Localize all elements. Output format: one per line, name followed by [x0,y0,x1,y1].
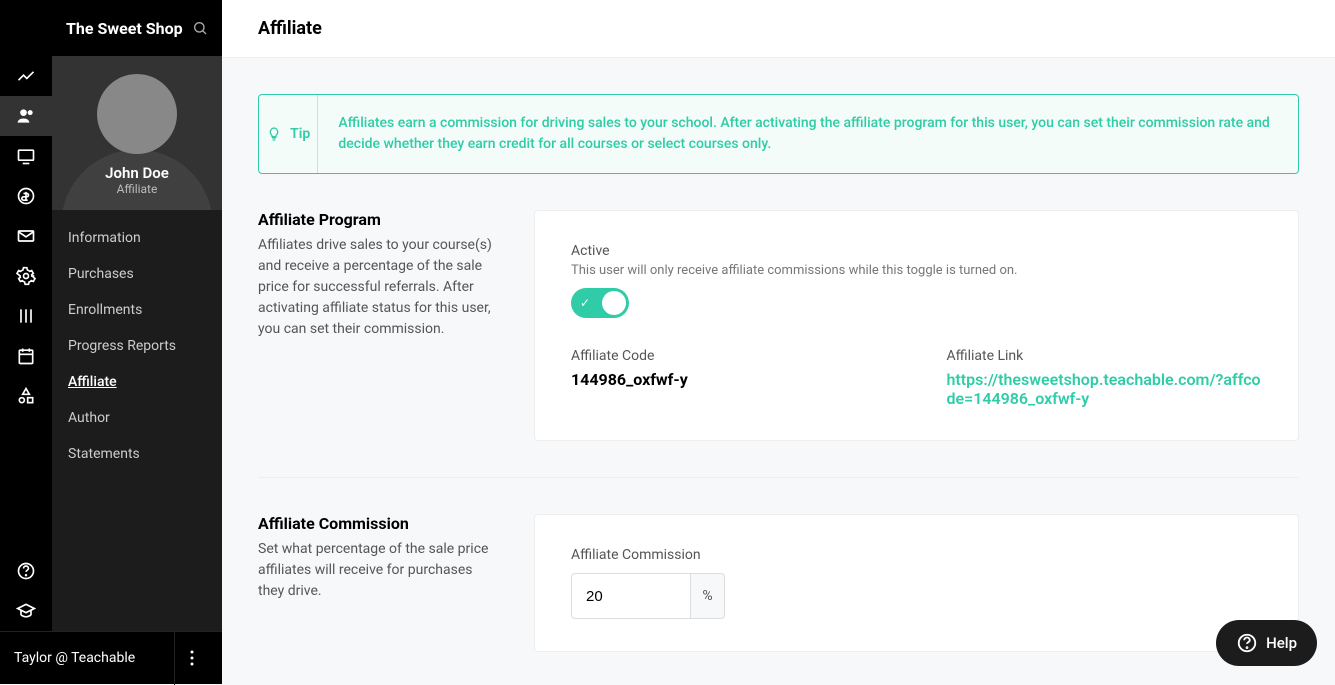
sidebar-item-enrollments[interactable]: Enrollments [52,292,222,328]
user-card: John Doe Affiliate [52,56,222,210]
commission-section: Affiliate Commission Set what percentage… [258,514,1299,652]
tip-text: Affiliates earn a commission for driving… [318,95,1298,173]
user-role: Affiliate [52,182,222,196]
help-question-icon [1236,632,1258,654]
page-title: Affiliate [258,18,1299,39]
commission-label: Affiliate Commission [571,547,1262,563]
emails-icon[interactable] [0,216,52,256]
sidebar-item-information[interactable]: Information [52,220,222,256]
commission-input[interactable] [571,573,691,619]
calendar-icon[interactable] [0,336,52,376]
library-icon[interactable] [0,296,52,336]
footer-user: Taylor @ Teachable [14,650,135,666]
sales-icon[interactable] [0,176,52,216]
divider [258,477,1299,478]
link-label: Affiliate Link [947,348,1263,364]
sidebar-item-affiliate[interactable]: Affiliate [52,364,222,400]
help-icon[interactable] [0,551,52,591]
search-icon[interactable] [192,20,208,36]
active-label: Active [571,243,1262,259]
percent-suffix: % [691,573,725,619]
commission-card: Affiliate Commission % [534,514,1299,652]
dashboard-icon[interactable] [0,56,52,96]
affiliate-program-section: Affiliate Program Affiliates drive sales… [258,210,1299,441]
tip-box: Tip Affiliates earn a commission for dri… [258,94,1299,174]
section1-desc: Affiliates drive sales to your course(s)… [258,235,498,340]
sidebar-item-purchases[interactable]: Purchases [52,256,222,292]
help-button[interactable]: Help [1216,620,1317,666]
footer-bar: Taylor @ Teachable [0,631,222,684]
tip-label-area: Tip [259,95,318,173]
brand-name: The Sweet Shop [66,19,183,38]
side-nav: Information Purchases Enrollments Progre… [52,210,222,472]
tip-label: Tip [290,126,310,142]
section1-title: Affiliate Program [258,210,498,229]
sidebar-item-author[interactable]: Author [52,400,222,436]
graduate-icon[interactable] [0,591,52,631]
active-toggle[interactable]: ✓ [571,288,629,318]
sidebar-item-statements[interactable]: Statements [52,436,222,472]
section2-desc: Set what percentage of the sale price af… [258,539,498,602]
affiliate-card: Active This user will only receive affil… [534,210,1299,441]
users-icon[interactable] [0,96,52,136]
icon-rail [0,0,52,684]
user-name: John Doe [52,164,222,182]
sidebar-header: The Sweet Shop [52,0,222,56]
check-icon: ✓ [580,296,590,310]
avatar [97,74,177,154]
sidebar: The Sweet Shop John Doe Affiliate Inform… [52,0,222,684]
page-header: Affiliate [222,0,1335,58]
section2-title: Affiliate Commission [258,514,498,533]
bulb-icon [266,126,282,142]
shapes-icon[interactable] [0,376,52,416]
code-label: Affiliate Code [571,348,887,364]
sidebar-item-progress[interactable]: Progress Reports [52,328,222,364]
active-sub: This user will only receive affiliate co… [571,263,1262,278]
affiliate-link[interactable]: https://thesweetshop.teachable.com/?affc… [947,370,1263,408]
toggle-knob [602,291,626,315]
more-icon[interactable] [174,632,208,685]
main: Affiliate Tip Affiliates earn a commissi… [222,0,1335,684]
help-label: Help [1266,634,1297,652]
settings-icon[interactable] [0,256,52,296]
site-icon[interactable] [0,136,52,176]
code-value: 144986_oxfwf-y [571,370,887,389]
